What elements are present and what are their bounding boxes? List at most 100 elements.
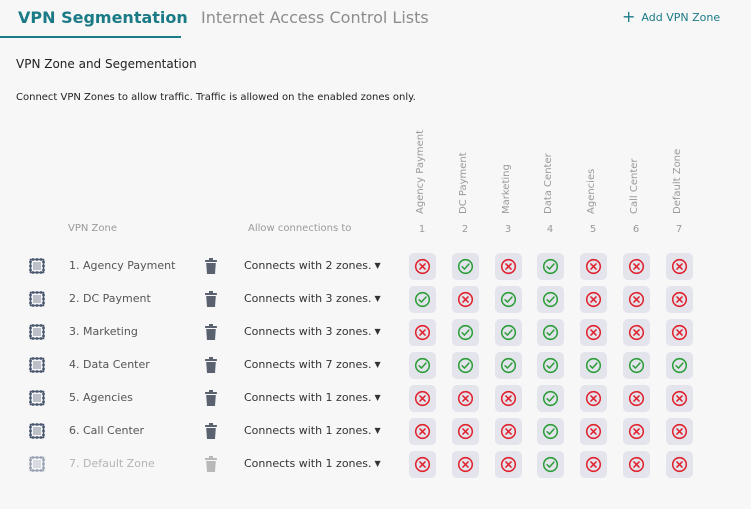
check-circle-icon[interactable] <box>537 253 564 280</box>
caret-down-icon: ▼ <box>374 426 381 435</box>
check-circle-icon[interactable] <box>409 286 436 313</box>
x-circle-icon[interactable] <box>495 451 522 478</box>
check-circle-icon[interactable] <box>495 319 522 346</box>
plus-icon: + <box>622 7 636 26</box>
table-row: 5. Agencies Connects with 1 zones. ▼ <box>0 382 751 415</box>
x-circle-icon[interactable] <box>580 319 607 346</box>
x-circle-icon[interactable] <box>580 451 607 478</box>
caret-down-icon: ▼ <box>374 327 381 336</box>
x-circle-icon[interactable] <box>580 286 607 313</box>
check-circle-icon[interactable] <box>495 286 522 313</box>
check-circle-icon[interactable] <box>623 352 650 379</box>
zone-header-name: Agency Payment <box>415 129 426 214</box>
tab-internet-acl[interactable]: Internet Access Control Lists <box>201 8 429 27</box>
caret-down-icon: ▼ <box>374 261 381 270</box>
drag-handle-icon[interactable] <box>27 454 47 474</box>
zone-header-name: Call Center <box>629 158 640 214</box>
x-circle-icon[interactable] <box>666 385 693 412</box>
connections-dropdown[interactable]: Connects with 1 zones. ▼ <box>244 424 381 437</box>
check-circle-icon[interactable] <box>452 253 479 280</box>
x-circle-icon[interactable] <box>495 253 522 280</box>
x-circle-icon[interactable] <box>623 319 650 346</box>
connections-dropdown-label: Connects with 7 zones. <box>244 358 372 371</box>
table-row: 1. Agency Payment Connects with 2 zones. ▼ <box>0 250 751 283</box>
caret-down-icon: ▼ <box>374 294 381 303</box>
x-circle-icon[interactable] <box>623 253 650 280</box>
x-circle-icon[interactable] <box>623 451 650 478</box>
x-circle-icon[interactable] <box>409 319 436 346</box>
tab-vpn-segmentation[interactable]: VPN Segmentation <box>18 8 188 27</box>
x-circle-icon[interactable] <box>666 319 693 346</box>
trash-icon[interactable] <box>204 356 218 374</box>
x-circle-icon[interactable] <box>580 418 607 445</box>
x-circle-icon[interactable] <box>666 418 693 445</box>
x-circle-icon[interactable] <box>666 253 693 280</box>
check-circle-icon[interactable] <box>409 352 436 379</box>
connections-dropdown[interactable]: Connects with 3 zones. ▼ <box>244 292 381 305</box>
connections-dropdown[interactable]: Connects with 7 zones. ▼ <box>244 358 381 371</box>
table-row: 2. DC Payment Connects with 3 zones. ▼ <box>0 283 751 316</box>
x-circle-icon[interactable] <box>452 418 479 445</box>
zone-name: 5. Agencies <box>69 391 133 404</box>
x-circle-icon[interactable] <box>409 385 436 412</box>
x-circle-icon[interactable] <box>580 253 607 280</box>
check-circle-icon[interactable] <box>452 319 479 346</box>
x-circle-icon[interactable] <box>580 385 607 412</box>
trash-icon[interactable] <box>204 323 218 341</box>
x-circle-icon[interactable] <box>623 418 650 445</box>
x-circle-icon[interactable] <box>666 451 693 478</box>
drag-handle-icon[interactable] <box>27 289 47 309</box>
check-circle-icon[interactable] <box>495 352 522 379</box>
trash-icon[interactable] <box>204 422 218 440</box>
zone-header-number: 6 <box>632 224 640 235</box>
x-circle-icon[interactable] <box>495 385 522 412</box>
connections-dropdown[interactable]: Connects with 2 zones. ▼ <box>244 259 381 272</box>
connections-dropdown[interactable]: Connects with 1 zones. ▼ <box>244 457 381 470</box>
x-circle-icon[interactable] <box>452 286 479 313</box>
connections-dropdown[interactable]: Connects with 3 zones. ▼ <box>244 325 381 338</box>
zone-header-name: Data Center <box>543 153 554 214</box>
x-circle-icon[interactable] <box>409 451 436 478</box>
zone-header-number: 4 <box>546 224 554 235</box>
zone-name: 1. Agency Payment <box>69 259 176 272</box>
x-circle-icon[interactable] <box>495 418 522 445</box>
x-circle-icon[interactable] <box>452 451 479 478</box>
drag-handle-icon[interactable] <box>27 355 47 375</box>
connections-dropdown[interactable]: Connects with 1 zones. ▼ <box>244 391 381 404</box>
trash-icon[interactable] <box>204 290 218 308</box>
trash-icon[interactable] <box>204 257 218 275</box>
zone-name: 6. Call Center <box>69 424 145 437</box>
trash-icon[interactable] <box>204 389 218 407</box>
check-circle-icon[interactable] <box>537 451 564 478</box>
drag-handle-icon[interactable] <box>27 322 47 342</box>
add-vpn-zone-label: Add VPN Zone <box>641 10 721 24</box>
drag-handle-icon[interactable] <box>27 421 47 441</box>
x-circle-icon[interactable] <box>452 385 479 412</box>
tab-bar: VPN Segmentation Internet Access Control… <box>0 0 751 38</box>
zone-name: 3. Marketing <box>69 325 138 338</box>
check-circle-icon[interactable] <box>666 352 693 379</box>
x-circle-icon[interactable] <box>409 253 436 280</box>
check-circle-icon[interactable] <box>537 286 564 313</box>
check-circle-icon[interactable] <box>537 352 564 379</box>
drag-handle-icon[interactable] <box>27 256 47 276</box>
connections-dropdown-label: Connects with 1 zones. <box>244 457 372 470</box>
check-circle-icon[interactable] <box>537 319 564 346</box>
check-circle-icon[interactable] <box>452 352 479 379</box>
zone-header-number: 1 <box>418 224 426 235</box>
check-circle-icon[interactable] <box>537 385 564 412</box>
add-vpn-zone-button[interactable]: + Add VPN Zone <box>622 9 720 25</box>
connections-dropdown-label: Connects with 3 zones. <box>244 292 372 305</box>
connections-dropdown-label: Connects with 3 zones. <box>244 325 372 338</box>
zone-name: 2. DC Payment <box>69 292 151 305</box>
x-circle-icon[interactable] <box>623 385 650 412</box>
table-row: 6. Call Center Connects with 1 zones. ▼ <box>0 415 751 448</box>
column-header-vpn-zone: VPN Zone <box>68 223 117 234</box>
zone-header-name: Marketing <box>501 164 512 214</box>
check-circle-icon[interactable] <box>580 352 607 379</box>
x-circle-icon[interactable] <box>623 286 650 313</box>
x-circle-icon[interactable] <box>666 286 693 313</box>
check-circle-icon[interactable] <box>537 418 564 445</box>
x-circle-icon[interactable] <box>409 418 436 445</box>
drag-handle-icon[interactable] <box>27 388 47 408</box>
